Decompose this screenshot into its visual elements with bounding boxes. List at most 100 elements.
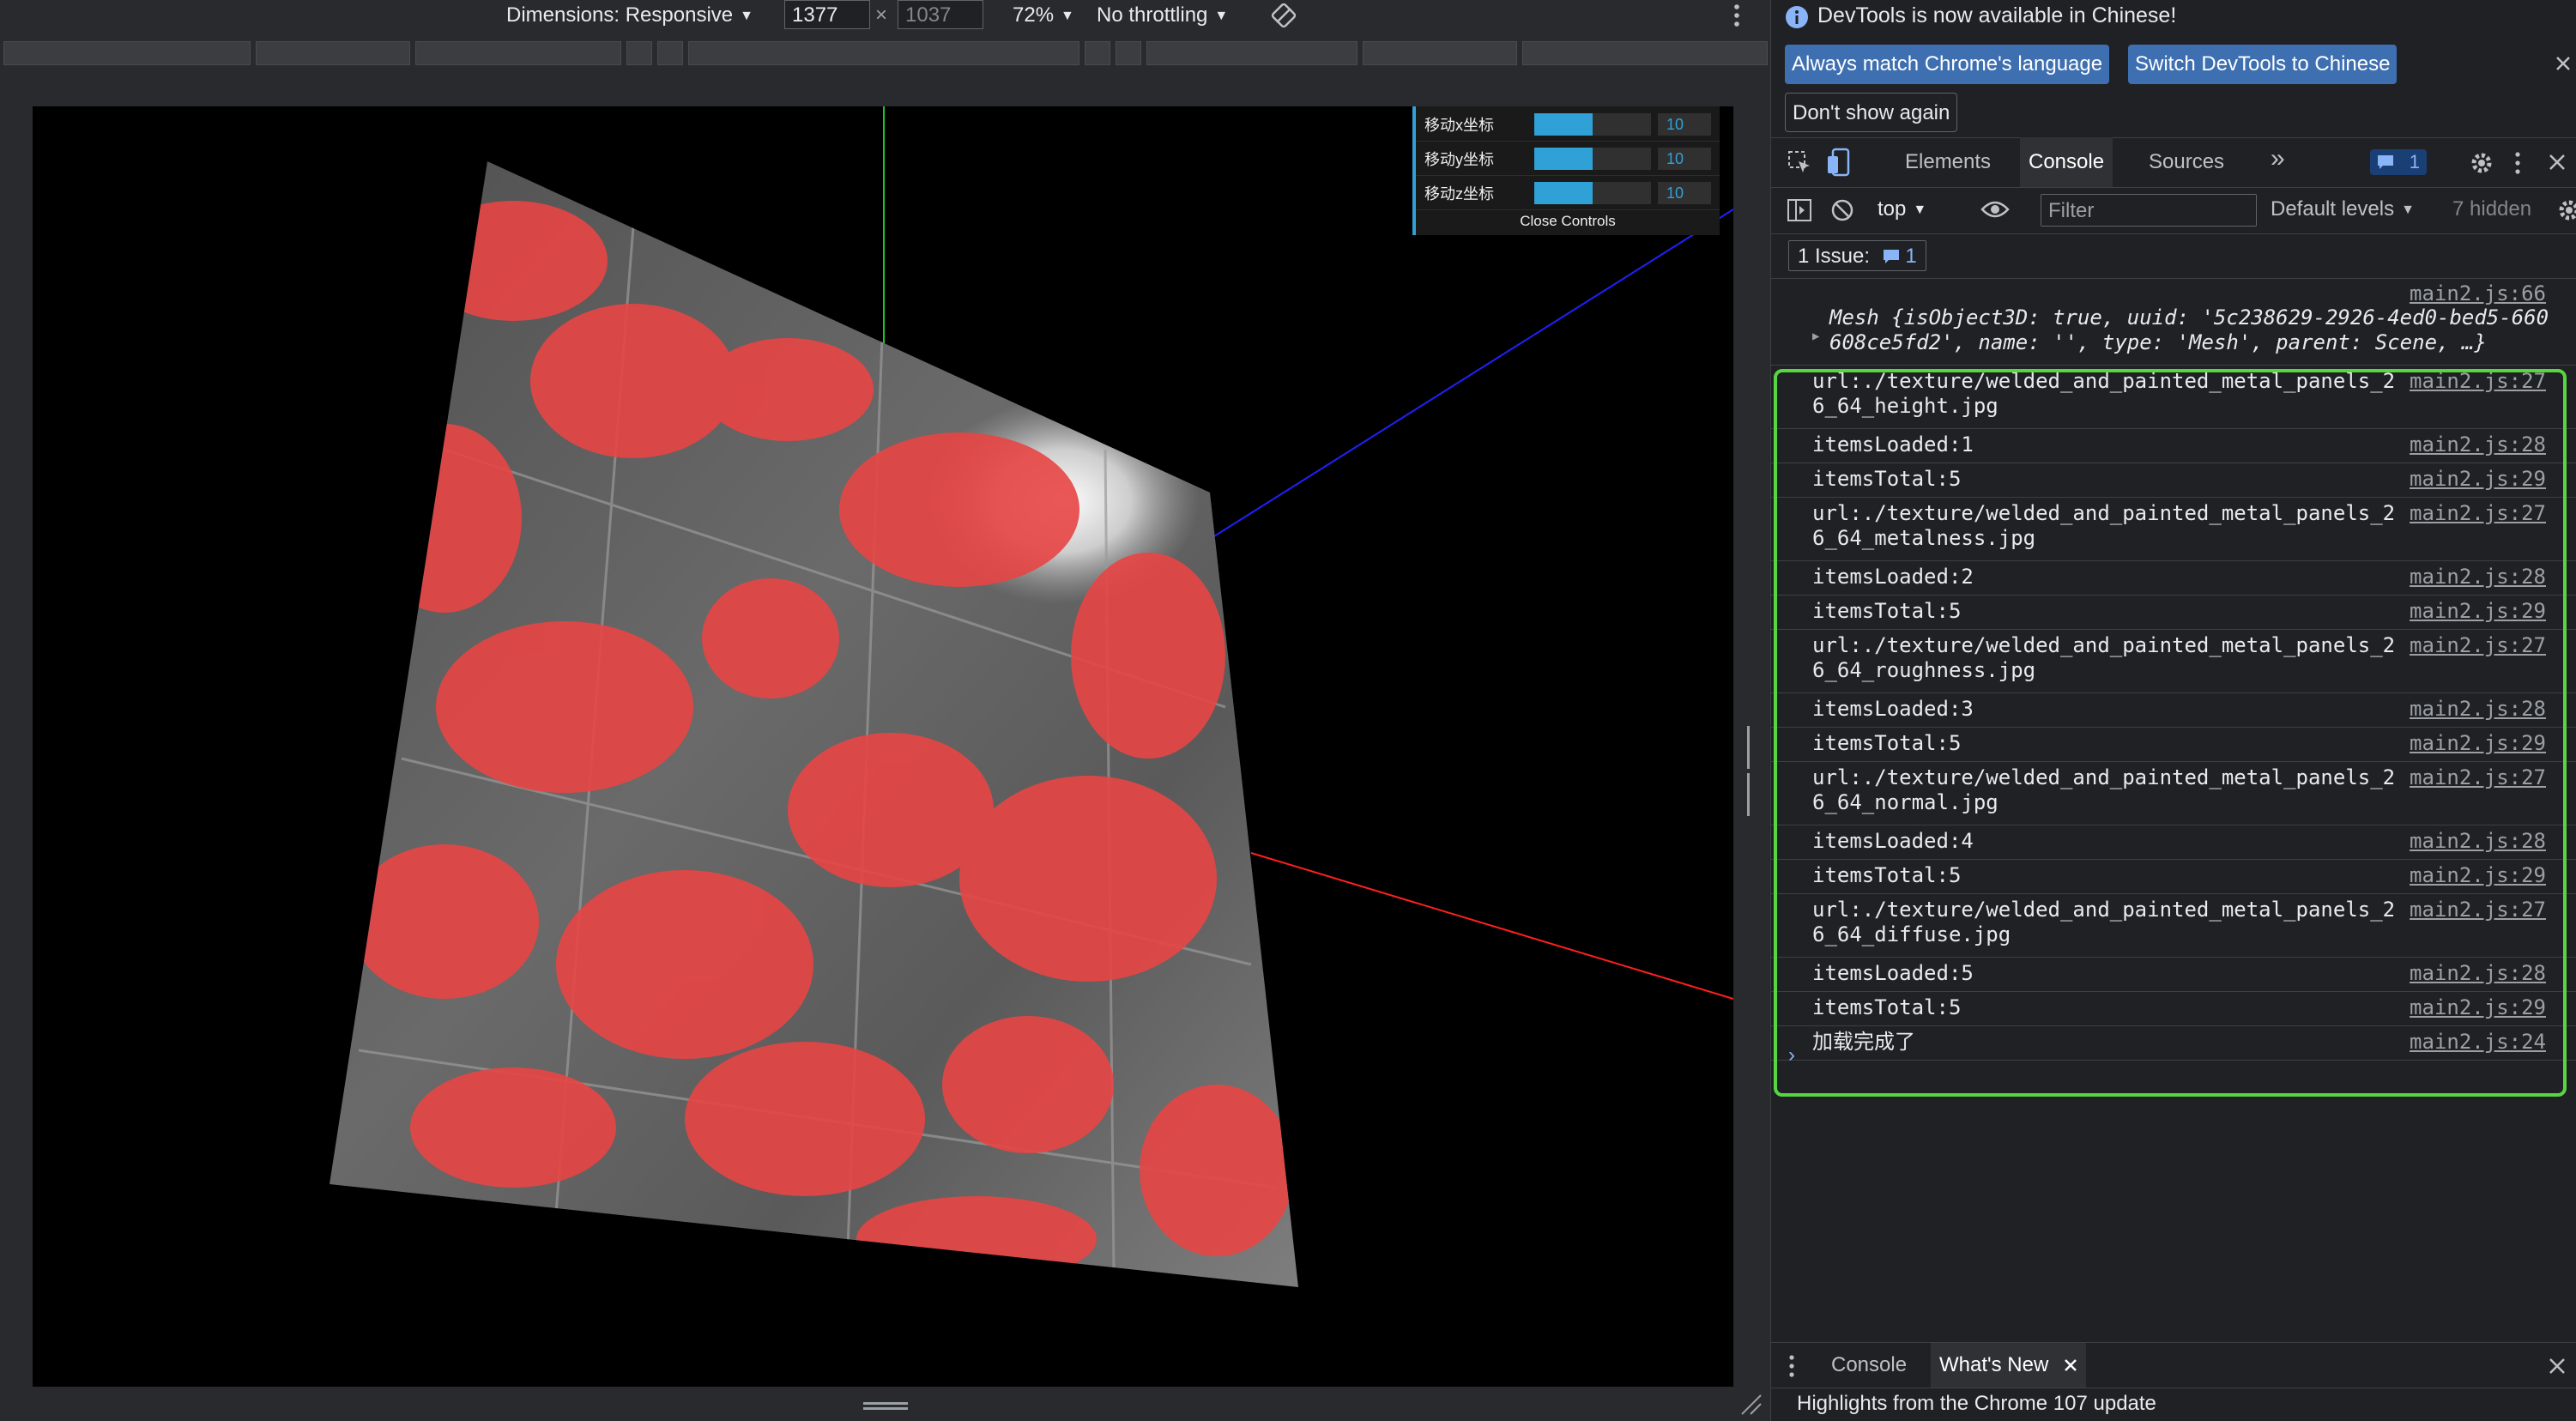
y-slider[interactable] <box>1534 148 1651 170</box>
issues-counter-badge[interactable]: 1 <box>2370 149 2427 175</box>
issues-badge-count: 1 <box>2409 151 2420 172</box>
sidebar-toggle-icon[interactable] <box>1787 197 1812 223</box>
z-value-input[interactable]: 10 <box>1658 182 1711 204</box>
media-query-segment[interactable] <box>1116 41 1141 65</box>
source-link[interactable]: main2.js:66 <box>2410 281 2546 305</box>
caret-down-icon: ▼ <box>1061 9 1074 23</box>
media-query-segment[interactable] <box>256 41 410 65</box>
x-slider[interactable] <box>1534 113 1651 136</box>
media-query-segment[interactable] <box>1146 41 1358 65</box>
control-label: 移动x坐标 <box>1424 117 1494 134</box>
y-value-input[interactable]: 10 <box>1658 148 1711 170</box>
clear-console-icon[interactable] <box>1829 197 1855 223</box>
eye-icon[interactable] <box>1980 199 2010 220</box>
media-query-segment[interactable] <box>1363 41 1517 65</box>
media-query-segment[interactable] <box>626 41 652 65</box>
three-scene <box>330 106 1733 1287</box>
caret-down-icon: ▼ <box>1214 9 1229 23</box>
resize-handle-right[interactable] <box>1747 726 1756 816</box>
console-object-entry[interactable]: main2.js:66 ▶ Mesh {isObject3D: true, uu… <box>1771 278 2576 366</box>
slider-fill <box>1534 182 1593 204</box>
drawer-menu-icon[interactable] <box>1785 1353 1799 1379</box>
media-query-segment[interactable] <box>657 41 683 65</box>
height-input[interactable]: 1037 <box>898 0 983 29</box>
tab-console[interactable]: Console <box>2020 137 2113 187</box>
close-tab-icon[interactable] <box>2064 1358 2077 1372</box>
issues-count: 1 <box>1905 245 1917 268</box>
log-levels-dropdown[interactable]: Default levels ▼ <box>2271 197 2415 221</box>
device-toolbar: Dimensions: Responsive ▼ 1377 × 1037 72% ▼… <box>0 0 1770 31</box>
tab-elements[interactable]: Elements <box>1896 137 1999 187</box>
settings-gear-icon[interactable] <box>2468 149 2495 177</box>
message-icon <box>2378 155 2393 169</box>
resize-handle-bottom[interactable] <box>863 1402 908 1411</box>
device-emulation-area: Dimensions: Responsive ▼ 1377 × 1037 72% ▼… <box>0 0 1770 1421</box>
more-tabs-icon[interactable]: » <box>2271 144 2285 173</box>
inspect-element-icon[interactable] <box>1787 149 1812 175</box>
language-infobar: DevTools is now available in Chinese! Al… <box>1771 0 2576 138</box>
drawer-tab-whats-new-label: What's New <box>1939 1353 2049 1376</box>
more-options-icon[interactable] <box>1728 2 1745 29</box>
info-message: DevTools is now available in Chinese! <box>1817 3 2177 27</box>
drawer-tab-console[interactable]: Console <box>1823 1343 1915 1388</box>
slider-fill <box>1534 148 1593 170</box>
media-query-segment[interactable] <box>3 41 251 65</box>
media-query-segment[interactable] <box>1522 41 1768 65</box>
context-selector[interactable]: top ▼ <box>1878 197 1926 221</box>
control-label: 移动z坐标 <box>1424 185 1494 203</box>
expand-triangle-icon[interactable]: ▶ <box>1812 330 1819 343</box>
customize-menu-icon[interactable] <box>2511 149 2525 177</box>
tab-sources[interactable]: Sources <box>2140 137 2233 187</box>
control-row-z: 移动z坐标 10 <box>1416 175 1720 210</box>
close-drawer-icon[interactable] <box>2548 1357 2567 1376</box>
close-icon[interactable] <box>2555 55 2572 72</box>
dont-show-again-button[interactable]: Don't show again <box>1785 93 1958 132</box>
issues-label: 1 Issue: <box>1798 245 1871 268</box>
throttling-dropdown[interactable]: No throttling ▼ <box>1097 2 1228 30</box>
issues-button[interactable]: 1 Issue: 1 <box>1788 240 1926 271</box>
caret-down-icon: ▼ <box>1913 203 1927 217</box>
console-settings-gear-icon[interactable] <box>2555 197 2576 223</box>
caret-down-icon: ▼ <box>740 9 753 23</box>
info-icon <box>1786 6 1808 28</box>
console-filter-input[interactable]: Filter <box>2041 194 2257 227</box>
dimensions-dropdown[interactable]: Dimensions: Responsive ▼ <box>506 2 753 30</box>
close-controls-button[interactable]: Close Controls <box>1416 213 1720 230</box>
textured-plane <box>330 161 1298 1287</box>
controls-panel: 移动x坐标 10 移动y坐标 10 移动z坐标 10 Close Control… <box>1412 106 1720 235</box>
x-axis-line <box>1250 852 1733 1000</box>
times-sign: × <box>875 3 888 27</box>
resize-corner-icon[interactable] <box>1738 1392 1763 1416</box>
slider-fill <box>1534 113 1593 136</box>
caret-down-icon: ▼ <box>2401 203 2415 217</box>
mesh-object-line-2: 608ce5fd2', name: '', type: 'Mesh', pare… <box>1829 330 2487 354</box>
message-icon <box>1883 250 1899 263</box>
always-match-language-button[interactable]: Always match Chrome's language <box>1785 45 2110 84</box>
rotate-icon[interactable] <box>1270 2 1297 29</box>
control-label: 移动y坐标 <box>1424 151 1494 168</box>
drawer-tab-whats-new[interactable]: What's New <box>1931 1343 2087 1388</box>
issues-bar: 1 Issue: 1 <box>1771 233 2576 279</box>
z-slider[interactable] <box>1534 182 1651 204</box>
devtools-tab-bar: Elements Console Sources » 1 <box>1771 137 2576 188</box>
width-input[interactable]: 1377 <box>784 0 870 29</box>
media-query-segment[interactable] <box>415 41 621 65</box>
hidden-count: 7 hidden <box>2452 197 2532 221</box>
media-query-segment[interactable] <box>1085 41 1110 65</box>
media-query-segment[interactable] <box>688 41 1079 65</box>
drawer-content: Highlights from the Chrome 107 update <box>1771 1387 2576 1421</box>
mesh-object-line-1: Mesh {isObject3D: true, uuid: '5c238629-… <box>1829 305 2549 330</box>
device-toolbar-icon[interactable] <box>1826 148 1852 177</box>
whats-new-headline: Highlights from the Chrome 107 update <box>1797 1392 2156 1415</box>
highlight-annotation-box <box>1774 369 2567 1097</box>
control-row-x: 移动x坐标 10 <box>1416 106 1720 142</box>
close-devtools-icon[interactable] <box>2548 153 2567 172</box>
webgl-canvas[interactable] <box>33 106 1733 1387</box>
zoom-dropdown[interactable]: 72% ▼ <box>1013 2 1074 30</box>
media-query-bar[interactable] <box>0 38 1770 69</box>
x-value-input[interactable]: 10 <box>1658 113 1711 136</box>
control-row-y: 移动y坐标 10 <box>1416 141 1720 176</box>
console-toolbar: top ▼ Filter Default levels ▼ 7 hidden <box>1771 187 2576 234</box>
drawer-tab-bar: Console What's New <box>1771 1342 2576 1388</box>
switch-to-chinese-button[interactable]: Switch DevTools to Chinese <box>2128 45 2398 84</box>
